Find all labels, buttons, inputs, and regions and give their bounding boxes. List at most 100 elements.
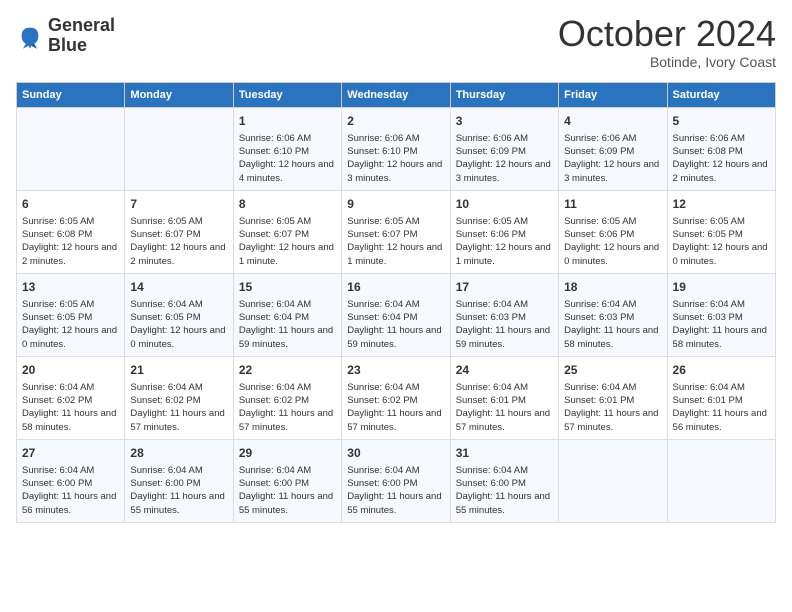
day-number: 8 (239, 196, 336, 213)
calendar-day-cell: 24 Sunrise: 6:04 AM Sunset: 6:01 PM Dayli… (450, 356, 558, 439)
calendar-day-cell: 15 Sunrise: 6:04 AM Sunset: 6:04 PM Dayli… (233, 273, 341, 356)
day-number: 20 (22, 362, 119, 379)
day-number: 13 (22, 279, 119, 296)
day-number: 28 (130, 445, 227, 462)
day-info: Sunrise: 6:04 AM Sunset: 6:02 PM Dayligh… (347, 381, 444, 434)
calendar-day-cell: 12 Sunrise: 6:05 AM Sunset: 6:05 PM Dayli… (667, 190, 775, 273)
logo-text: General Blue (48, 16, 115, 56)
logo-icon (16, 22, 44, 50)
calendar-day-cell (17, 108, 125, 191)
day-number: 7 (130, 196, 227, 213)
day-number: 22 (239, 362, 336, 379)
weekday-header-cell: Tuesday (233, 83, 341, 108)
day-info: Sunrise: 6:04 AM Sunset: 6:00 PM Dayligh… (347, 464, 444, 517)
day-number: 1 (239, 113, 336, 130)
day-number: 21 (130, 362, 227, 379)
calendar-day-cell: 26 Sunrise: 6:04 AM Sunset: 6:01 PM Dayli… (667, 356, 775, 439)
day-info: Sunrise: 6:06 AM Sunset: 6:10 PM Dayligh… (239, 132, 336, 185)
day-info: Sunrise: 6:04 AM Sunset: 6:02 PM Dayligh… (239, 381, 336, 434)
day-number: 17 (456, 279, 553, 296)
calendar-day-cell: 14 Sunrise: 6:04 AM Sunset: 6:05 PM Dayli… (125, 273, 233, 356)
day-info: Sunrise: 6:06 AM Sunset: 6:09 PM Dayligh… (456, 132, 553, 185)
weekday-header-cell: Saturday (667, 83, 775, 108)
day-number: 3 (456, 113, 553, 130)
calendar-week-row: 13 Sunrise: 6:05 AM Sunset: 6:05 PM Dayli… (17, 273, 776, 356)
day-info: Sunrise: 6:05 AM Sunset: 6:05 PM Dayligh… (22, 298, 119, 351)
calendar-day-cell: 5 Sunrise: 6:06 AM Sunset: 6:08 PM Daylig… (667, 108, 775, 191)
calendar-day-cell: 19 Sunrise: 6:04 AM Sunset: 6:03 PM Dayli… (667, 273, 775, 356)
calendar-day-cell (667, 439, 775, 522)
day-info: Sunrise: 6:04 AM Sunset: 6:01 PM Dayligh… (456, 381, 553, 434)
calendar-week-row: 1 Sunrise: 6:06 AM Sunset: 6:10 PM Daylig… (17, 108, 776, 191)
calendar-day-cell: 4 Sunrise: 6:06 AM Sunset: 6:09 PM Daylig… (559, 108, 667, 191)
day-info: Sunrise: 6:04 AM Sunset: 6:02 PM Dayligh… (22, 381, 119, 434)
calendar-day-cell: 20 Sunrise: 6:04 AM Sunset: 6:02 PM Dayli… (17, 356, 125, 439)
day-info: Sunrise: 6:04 AM Sunset: 6:04 PM Dayligh… (347, 298, 444, 351)
calendar-week-row: 27Sunrise: 6:04 AM Sunset: 6:00 PM Dayli… (17, 439, 776, 522)
calendar-day-cell (559, 439, 667, 522)
day-info: Sunrise: 6:04 AM Sunset: 6:03 PM Dayligh… (673, 298, 770, 351)
day-info: Sunrise: 6:04 AM Sunset: 6:00 PM Dayligh… (130, 464, 227, 517)
calendar-day-cell: 16 Sunrise: 6:04 AM Sunset: 6:04 PM Dayli… (342, 273, 450, 356)
day-number: 14 (130, 279, 227, 296)
day-info: Sunrise: 6:05 AM Sunset: 6:06 PM Dayligh… (456, 215, 553, 268)
day-info: Sunrise: 6:06 AM Sunset: 6:09 PM Dayligh… (564, 132, 661, 185)
day-number: 2 (347, 113, 444, 130)
calendar-day-cell: 11 Sunrise: 6:05 AM Sunset: 6:06 PM Dayli… (559, 190, 667, 273)
day-info: Sunrise: 6:06 AM Sunset: 6:08 PM Dayligh… (673, 132, 770, 185)
calendar-day-cell: 9 Sunrise: 6:05 AM Sunset: 6:07 PM Daylig… (342, 190, 450, 273)
calendar-day-cell: 31Sunrise: 6:04 AM Sunset: 6:00 PM Dayli… (450, 439, 558, 522)
day-number: 15 (239, 279, 336, 296)
weekday-header-cell: Friday (559, 83, 667, 108)
weekday-header-cell: Thursday (450, 83, 558, 108)
weekday-header-row: SundayMondayTuesdayWednesdayThursdayFrid… (17, 83, 776, 108)
calendar-table: SundayMondayTuesdayWednesdayThursdayFrid… (16, 82, 776, 523)
day-info: Sunrise: 6:06 AM Sunset: 6:10 PM Dayligh… (347, 132, 444, 185)
day-number: 4 (564, 113, 661, 130)
day-info: Sunrise: 6:04 AM Sunset: 6:03 PM Dayligh… (564, 298, 661, 351)
calendar-day-cell: 23Sunrise: 6:04 AM Sunset: 6:02 PM Dayli… (342, 356, 450, 439)
day-info: Sunrise: 6:04 AM Sunset: 6:04 PM Dayligh… (239, 298, 336, 351)
calendar-week-row: 6 Sunrise: 6:05 AM Sunset: 6:08 PM Daylig… (17, 190, 776, 273)
calendar-week-row: 20 Sunrise: 6:04 AM Sunset: 6:02 PM Dayli… (17, 356, 776, 439)
day-info: Sunrise: 6:04 AM Sunset: 6:05 PM Dayligh… (130, 298, 227, 351)
calendar-day-cell: 17 Sunrise: 6:04 AM Sunset: 6:03 PM Dayli… (450, 273, 558, 356)
calendar-day-cell: 13 Sunrise: 6:05 AM Sunset: 6:05 PM Dayli… (17, 273, 125, 356)
day-number: 9 (347, 196, 444, 213)
day-info: Sunrise: 6:04 AM Sunset: 6:03 PM Dayligh… (456, 298, 553, 351)
day-info: Sunrise: 6:04 AM Sunset: 6:00 PM Dayligh… (456, 464, 553, 517)
day-info: Sunrise: 6:05 AM Sunset: 6:07 PM Dayligh… (347, 215, 444, 268)
day-number: 18 (564, 279, 661, 296)
day-number: 24 (456, 362, 553, 379)
calendar-day-cell: 30Sunrise: 6:04 AM Sunset: 6:00 PM Dayli… (342, 439, 450, 522)
calendar-day-cell (125, 108, 233, 191)
day-number: 11 (564, 196, 661, 213)
logo: General Blue (16, 16, 115, 56)
day-info: Sunrise: 6:05 AM Sunset: 6:07 PM Dayligh… (130, 215, 227, 268)
title-block: October 2024 Botinde, Ivory Coast (558, 16, 776, 70)
day-info: Sunrise: 6:05 AM Sunset: 6:05 PM Dayligh… (673, 215, 770, 268)
calendar-day-cell: 8Sunrise: 6:05 AM Sunset: 6:07 PM Daylig… (233, 190, 341, 273)
weekday-header-cell: Monday (125, 83, 233, 108)
day-info: Sunrise: 6:04 AM Sunset: 6:00 PM Dayligh… (239, 464, 336, 517)
day-info: Sunrise: 6:05 AM Sunset: 6:08 PM Dayligh… (22, 215, 119, 268)
calendar-day-cell: 1 Sunrise: 6:06 AM Sunset: 6:10 PM Daylig… (233, 108, 341, 191)
day-info: Sunrise: 6:04 AM Sunset: 6:00 PM Dayligh… (22, 464, 119, 517)
calendar-day-cell: 25Sunrise: 6:04 AM Sunset: 6:01 PM Dayli… (559, 356, 667, 439)
day-number: 16 (347, 279, 444, 296)
day-number: 25 (564, 362, 661, 379)
calendar-day-cell: 28 Sunrise: 6:04 AM Sunset: 6:00 PM Dayli… (125, 439, 233, 522)
day-number: 26 (673, 362, 770, 379)
day-number: 12 (673, 196, 770, 213)
day-info: Sunrise: 6:04 AM Sunset: 6:01 PM Dayligh… (673, 381, 770, 434)
day-number: 5 (673, 113, 770, 130)
calendar-day-cell: 27Sunrise: 6:04 AM Sunset: 6:00 PM Dayli… (17, 439, 125, 522)
day-info: Sunrise: 6:05 AM Sunset: 6:06 PM Dayligh… (564, 215, 661, 268)
calendar-day-cell: 7 Sunrise: 6:05 AM Sunset: 6:07 PM Daylig… (125, 190, 233, 273)
day-number: 6 (22, 196, 119, 213)
day-number: 19 (673, 279, 770, 296)
calendar-day-cell: 21Sunrise: 6:04 AM Sunset: 6:02 PM Dayli… (125, 356, 233, 439)
calendar-day-cell: 18 Sunrise: 6:04 AM Sunset: 6:03 PM Dayli… (559, 273, 667, 356)
weekday-header-cell: Sunday (17, 83, 125, 108)
calendar-day-cell: 29Sunrise: 6:04 AM Sunset: 6:00 PM Dayli… (233, 439, 341, 522)
